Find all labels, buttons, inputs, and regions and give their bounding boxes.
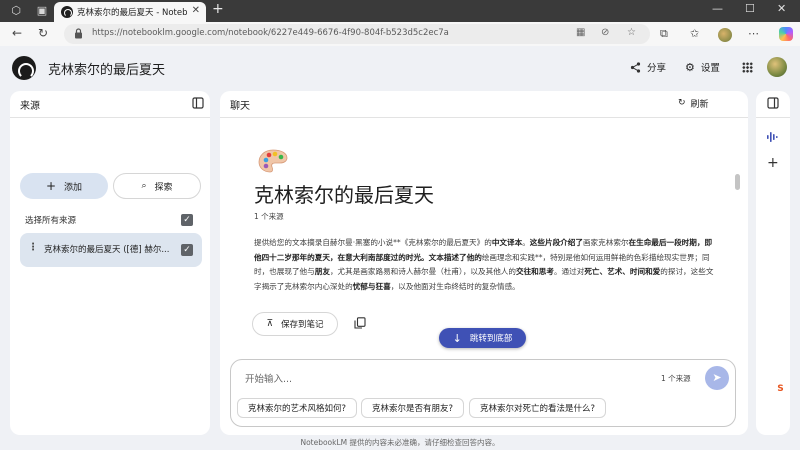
select-all-checkbox[interactable]: ✓ (181, 214, 193, 226)
browser-profile-avatar[interactable] (718, 28, 732, 42)
source-checkbox[interactable]: ✓ (181, 244, 193, 256)
divider (10, 117, 210, 118)
google-apps-icon[interactable] (742, 62, 753, 73)
summary-run: 。通过对 (553, 267, 585, 277)
summary-run: ，以及他面对生命终结时的复杂情感。 (390, 281, 520, 291)
summary-bold-run: 朋友 (314, 267, 330, 277)
summary-bold-run: 这些片段介绍了 (529, 238, 583, 247)
arrow-down-icon: ↓ (452, 331, 462, 345)
jump-to-bottom-button[interactable]: ↓ 跳转到底部 (439, 328, 526, 348)
maximize-icon[interactable]: ☐ (745, 2, 755, 15)
extension-badge-icon[interactable]: S (774, 383, 787, 396)
summary-bold-run: 忧郁与狂喜 (352, 281, 391, 291)
avatar[interactable] (767, 57, 787, 77)
explore-search-icon: ⌕ (141, 181, 147, 191)
address-bar[interactable]: https://notebooklm.google.com/notebook/6… (64, 24, 650, 44)
url-text: https://notebooklm.google.com/notebook/6… (92, 28, 449, 38)
browser-tab-strip: ⬡ ▣ 克林索尔的最后夏天 - NotebookLM ✕ + — ☐ ✕ (0, 0, 800, 22)
more-icon[interactable]: ⋯ (748, 27, 759, 40)
workspaces-icon[interactable]: ⬡ (8, 3, 24, 19)
share-icon (630, 61, 641, 73)
chat-input[interactable]: 开始输入... (245, 371, 292, 385)
summary-run: 。 (522, 238, 530, 247)
copy-icon[interactable] (354, 317, 366, 329)
refresh-button[interactable]: ↻ 刷新 (678, 94, 709, 112)
expand-panel-icon[interactable] (767, 97, 779, 109)
add-source-button[interactable]: + 添加 (20, 173, 108, 199)
chat-scrollbar[interactable] (735, 174, 740, 190)
plus-icon: + (45, 179, 57, 193)
extensions-icon[interactable]: ⧉ (660, 27, 668, 41)
new-tab-icon[interactable]: + (212, 1, 224, 17)
summary-bold-run: 死亡、艺术、时间和爱 (584, 267, 661, 277)
disclaimer-text: NotebookLM 提供的内容未必准确，请仔细检查回答内容。 (300, 438, 500, 447)
add-note-icon[interactable]: + (767, 155, 779, 171)
divider (220, 117, 748, 118)
back-icon[interactable]: ← (12, 26, 22, 40)
tracking-icon[interactable]: ⊘ (601, 27, 609, 38)
input-source-count: 1 个来源 (661, 374, 691, 383)
send-button[interactable]: ➤ (705, 366, 729, 390)
copilot-icon[interactable] (779, 27, 793, 41)
notebook-summary: 提供给您的文本摘录自赫尔曼·黑塞的小说**《克林索尔的最后夏天》的中文译本。这些… (254, 236, 714, 294)
audio-overview-icon[interactable] (766, 131, 780, 143)
notebooklm-app: 克林索尔的最后夏天 分享 ⚙ 设置 来源 + 添加 ⌕ 探索 选择所有来源 ✓ (0, 46, 800, 450)
tab-title: 克林索尔的最后夏天 - NotebookLM (77, 8, 187, 18)
notebook-title: 克林索尔的最后夏天 (254, 183, 434, 207)
chat-input-box: 开始输入... 1 个来源 ➤ 克林索尔的艺术风格如何? 克林索尔是否有朋友? … (230, 359, 736, 427)
refresh-icon: ↻ (678, 98, 686, 108)
browser-tab[interactable]: 克林索尔的最后夏天 - NotebookLM ✕ (54, 2, 206, 22)
save-note-label: 保存到笔记 (281, 320, 324, 330)
notebooklm-logo-icon[interactable] (12, 56, 36, 80)
gear-icon: ⚙ (685, 60, 695, 74)
app-available-icon[interactable]: ▦ (576, 27, 585, 38)
list-item[interactable]: ⋮ 克林索尔的最后夏天 ([德] 赫尔... ✓ (20, 233, 202, 267)
reload-icon[interactable]: ↻ (38, 26, 48, 40)
palette-emoji-icon (258, 149, 288, 173)
chat-panel: 聊天 ↻ 刷新 克林索尔的最后夏天 1 个来源 提供给您的文本摘录自赫尔曼·黑塞… (220, 91, 748, 435)
divider (756, 117, 790, 118)
pin-icon: ⊼ (266, 319, 274, 329)
notebook-source-count: 1 个来源 (254, 212, 284, 221)
select-all-label: 选择所有来源 (25, 216, 77, 226)
settings-button[interactable]: ⚙ 设置 (685, 60, 720, 75)
explore-label: 探索 (154, 182, 173, 193)
save-to-note-button[interactable]: ⊼ 保存到笔记 (252, 312, 338, 336)
refresh-label: 刷新 (690, 99, 709, 110)
tab-actions-icon[interactable]: ▣ (34, 3, 50, 19)
sources-panel: 来源 + 添加 ⌕ 探索 选择所有来源 ✓ ⋮ 克林索尔的最后夏天 ([德] 赫… (10, 91, 210, 435)
summary-run: ，尤其是画家路易和诗人赫尔曼（杜甫），以及其他人的 (329, 267, 516, 277)
summary-bold-run: 交往和思考 (515, 267, 554, 277)
favorite-star-icon[interactable]: ☆ (627, 27, 636, 38)
browser-toolbar: ← ↻ https://notebooklm.google.com/notebo… (0, 22, 800, 46)
source-title: 克林索尔的最后夏天 ([德] 赫尔... (44, 245, 170, 255)
page-title: 克林索尔的最后夏天 (48, 63, 166, 78)
collapse-panel-icon[interactable] (192, 97, 204, 109)
lock-icon (75, 28, 82, 39)
chat-title: 聊天 (230, 101, 250, 112)
suggestion-chip[interactable]: 克林索尔的艺术风格如何? (237, 398, 358, 418)
more-vert-icon[interactable]: ⋮ (28, 242, 38, 253)
notebooklm-favicon-icon (61, 6, 73, 18)
settings-label: 设置 (700, 63, 720, 74)
summary-run: 提供给您的文本摘录自赫尔曼·黑塞的小说**《克林索尔的最后夏天》的 (254, 238, 492, 247)
explore-button[interactable]: ⌕ 探索 (113, 173, 201, 199)
share-label: 分享 (647, 63, 667, 74)
add-label: 添加 (64, 182, 83, 193)
minimize-icon[interactable]: — (712, 2, 723, 15)
send-icon: ➤ (712, 371, 722, 384)
jump-label: 跳转到底部 (469, 334, 513, 344)
summary-run: 画家克林索尔 (582, 238, 629, 247)
close-tab-icon[interactable]: ✕ (192, 5, 200, 16)
suggestion-chip[interactable]: 克林索尔对死亡的看法是什么? (469, 398, 607, 418)
favorites-icon[interactable]: ✩ (690, 27, 699, 40)
suggestion-chip[interactable]: 克林索尔是否有朋友? (361, 398, 465, 418)
summary-bold-run: 中文译本 (491, 238, 523, 247)
sources-title: 来源 (20, 101, 40, 112)
close-window-icon[interactable]: ✕ (777, 2, 786, 15)
share-button[interactable]: 分享 (630, 60, 666, 74)
